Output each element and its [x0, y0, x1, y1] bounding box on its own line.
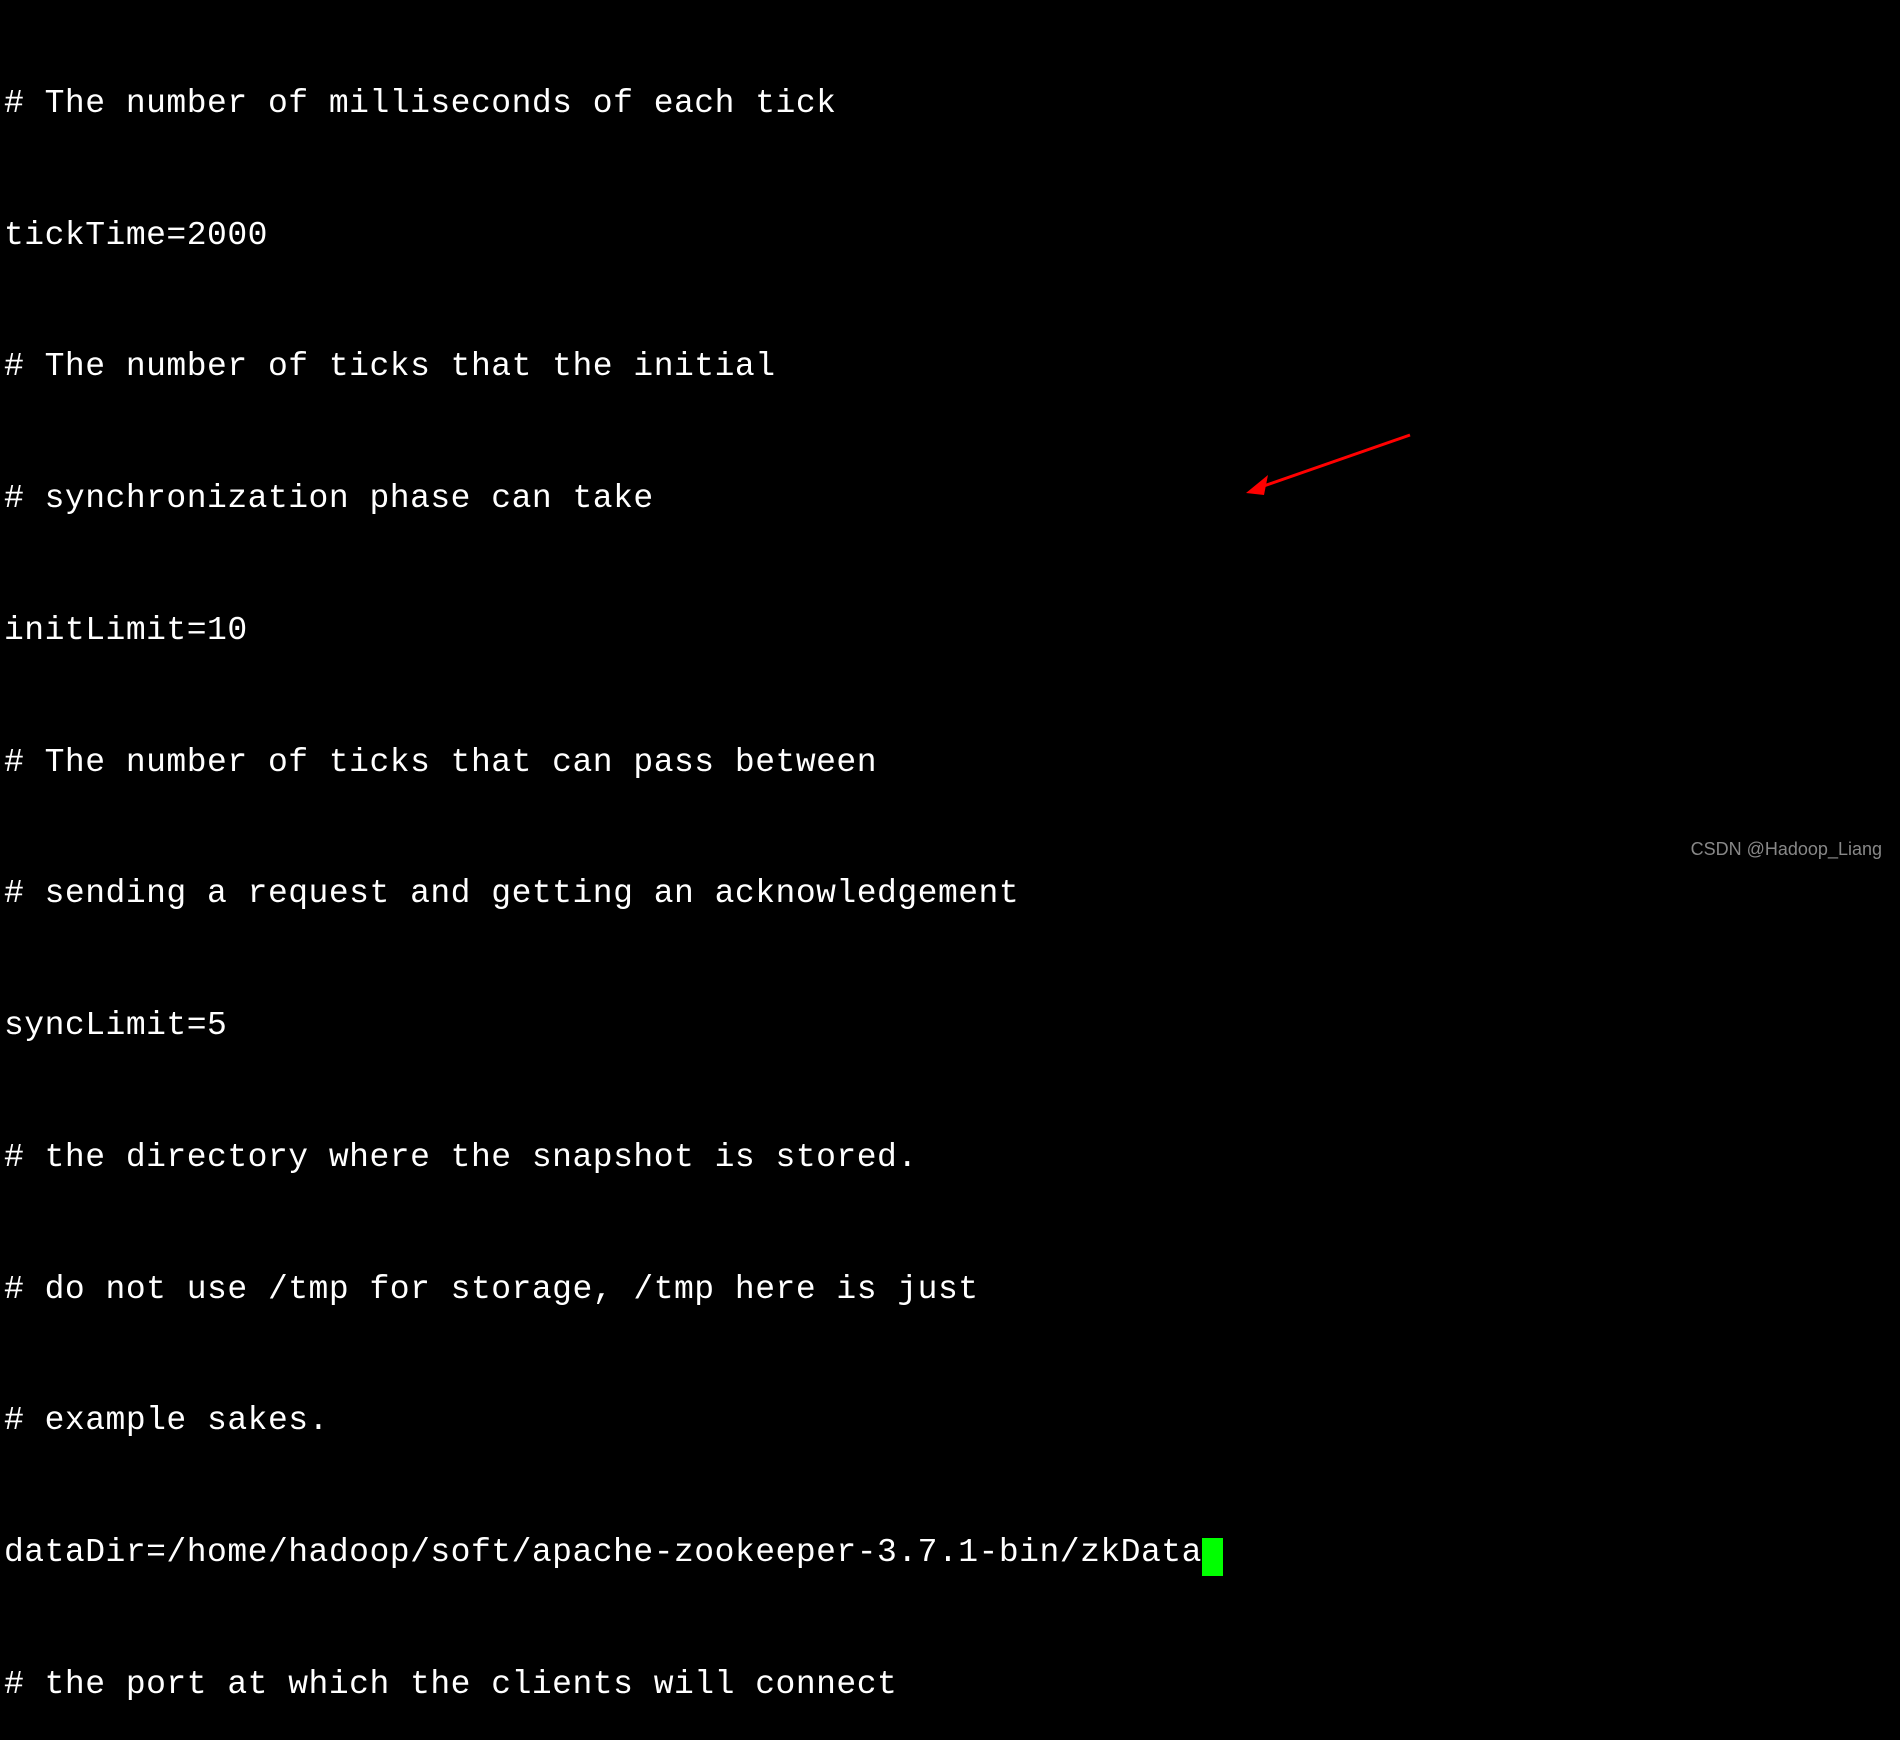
config-line: # sending a request and getting an ackno… — [4, 872, 1896, 916]
config-line: # do not use /tmp for storage, /tmp here… — [4, 1268, 1896, 1312]
config-line: # the port at which the clients will con… — [4, 1663, 1896, 1707]
comment-text: # The number of ticks that can pass betw… — [4, 744, 877, 781]
comment-text: # synchronization phase can take — [4, 480, 654, 517]
comment-text: # The number of milliseconds of each tic… — [4, 85, 836, 122]
config-value: dataDir=/home/hadoop/soft/apache-zookeep… — [4, 1534, 1202, 1571]
config-value: syncLimit=5 — [4, 1007, 227, 1044]
comment-text: # the port at which the clients will con… — [4, 1666, 897, 1703]
watermark-text: CSDN @Hadoop_Liang — [1691, 838, 1882, 862]
editor-cursor — [1202, 1538, 1223, 1576]
comment-text: # do not use /tmp for storage, /tmp here… — [4, 1271, 979, 1308]
config-line: tickTime=2000 — [4, 214, 1896, 258]
config-line: # The number of ticks that the initial — [4, 345, 1896, 389]
config-value: initLimit=10 — [4, 612, 248, 649]
comment-text: # example sakes. — [4, 1402, 329, 1439]
config-line: # The number of ticks that can pass betw… — [4, 741, 1896, 785]
comment-text: # sending a request and getting an ackno… — [4, 875, 1019, 912]
config-line-cursor: dataDir=/home/hadoop/soft/apache-zookeep… — [4, 1531, 1896, 1575]
terminal-editor[interactable]: # The number of milliseconds of each tic… — [0, 0, 1900, 1740]
config-line: # the directory where the snapshot is st… — [4, 1136, 1896, 1180]
config-line: # synchronization phase can take — [4, 477, 1896, 521]
comment-text: # The number of ticks that the initial — [4, 348, 776, 385]
config-value: tickTime=2000 — [4, 217, 268, 254]
config-line: initLimit=10 — [4, 609, 1896, 653]
config-line: syncLimit=5 — [4, 1004, 1896, 1048]
config-line: # example sakes. — [4, 1399, 1896, 1443]
comment-text: # the directory where the snapshot is st… — [4, 1139, 918, 1176]
config-line: # The number of milliseconds of each tic… — [4, 82, 1896, 126]
